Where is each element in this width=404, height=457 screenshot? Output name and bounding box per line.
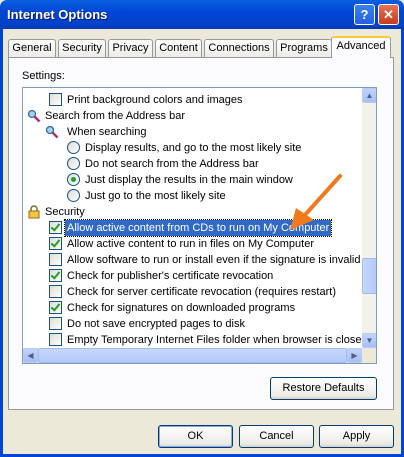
checkbox[interactable] [49, 285, 62, 298]
scroll-left-button[interactable]: ◀ [23, 348, 38, 363]
setting-empty-temp-files[interactable]: Empty Temporary Internet Files folder wh… [23, 332, 368, 348]
checkbox[interactable] [49, 317, 62, 330]
category-label: Search from the Address bar [45, 110, 186, 122]
title-bar[interactable]: Internet Options ? ✕ [0, 0, 404, 29]
arrow-right-icon: ▶ [351, 351, 358, 360]
category-label: When searching [67, 126, 147, 138]
horizontal-scroll-thumb[interactable] [38, 348, 347, 363]
close-button[interactable]: ✕ [378, 4, 399, 25]
horizontal-scrollbar[interactable]: ◀ ▶ [23, 348, 362, 363]
setting-server-cert-revocation[interactable]: Check for server certificate revocation … [23, 284, 362, 300]
checkbox[interactable] [49, 93, 62, 106]
setting-software-invalid-signature[interactable]: Allow software to run or install even if… [23, 252, 362, 268]
help-icon: ? [360, 7, 369, 22]
setting-label: Display results, and go to the most like… [85, 142, 302, 154]
setting-no-save-encrypted[interactable]: Do not save encrypted pages to disk [23, 316, 362, 332]
checkbox[interactable] [49, 269, 62, 282]
setting-label: Print background colors and images [67, 94, 243, 106]
annotation-arrow-icon [290, 174, 342, 230]
window-frame-left [0, 29, 3, 457]
vertical-scroll-thumb[interactable] [362, 258, 376, 294]
setting-label: Allow active content to run in files on … [67, 238, 315, 250]
checkbox[interactable] [49, 253, 62, 266]
arrow-up-icon: ▲ [365, 91, 374, 100]
vertical-scrollbar[interactable]: ▲ ▼ [362, 88, 376, 348]
ok-button[interactable]: OK [158, 425, 233, 448]
setting-label: Do not save encrypted pages to disk [67, 318, 245, 330]
tab-connections[interactable]: Connections [204, 39, 274, 57]
setting-label: Check for publisher's certificate revoca… [67, 270, 274, 282]
setting-label: Allow software to run or install even if… [67, 254, 361, 266]
setting-label: Do not search from the Address bar [85, 158, 259, 170]
setting-active-content-files[interactable]: Allow active content to run in files on … [23, 236, 362, 252]
scroll-down-button[interactable]: ▼ [362, 333, 376, 348]
magnifier-icon [27, 109, 41, 123]
checkbox[interactable] [49, 333, 62, 346]
help-button[interactable]: ? [354, 4, 375, 25]
radio-button[interactable] [67, 173, 80, 186]
tab-programs[interactable]: Programs [276, 39, 332, 57]
apply-button[interactable]: Apply [319, 425, 394, 448]
radio-button[interactable] [67, 189, 80, 202]
category-label: Security [45, 206, 85, 218]
window-title: Internet Options [7, 7, 108, 22]
checkbox[interactable] [49, 301, 62, 314]
setting-label: Just display the results in the main win… [85, 174, 293, 186]
arrow-left-icon: ◀ [27, 351, 34, 360]
radio-button[interactable] [67, 141, 80, 154]
scroll-up-button[interactable]: ▲ [362, 88, 376, 103]
restore-defaults-button[interactable]: Restore Defaults [270, 377, 377, 400]
tab-general[interactable]: General [8, 39, 56, 57]
scroll-corner [362, 348, 376, 363]
setting-publisher-cert-revocation[interactable]: Check for publisher's certificate revoca… [23, 268, 362, 284]
setting-label: Empty Temporary Internet Files folder wh… [67, 334, 368, 346]
option-display-results-go[interactable]: Display results, and go to the most like… [23, 140, 362, 156]
lock-icon [28, 205, 40, 219]
radio-button[interactable] [67, 157, 80, 170]
cancel-button[interactable]: Cancel [239, 425, 314, 448]
setting-label: Check for signatures on downloaded progr… [67, 302, 296, 314]
category-search-address-bar: Search from the Address bar [23, 108, 362, 124]
arrow-down-icon: ▼ [365, 336, 374, 345]
category-when-searching: When searching [23, 124, 362, 140]
setting-check-signatures-downloads[interactable]: Check for signatures on downloaded progr… [23, 300, 362, 316]
checkbox[interactable] [49, 237, 62, 250]
checkbox[interactable] [49, 221, 62, 234]
setting-label: Check for server certificate revocation … [67, 286, 336, 298]
tab-content[interactable]: Content [155, 39, 202, 57]
close-icon: ✕ [383, 7, 394, 22]
settings-label: Settings: [22, 70, 65, 82]
scroll-right-button[interactable]: ▶ [347, 348, 362, 363]
setting-label: Just go to the most likely site [85, 190, 226, 202]
tab-security[interactable]: Security [58, 39, 106, 57]
tab-advanced[interactable]: Advanced [331, 36, 391, 58]
setting-print-background[interactable]: Print background colors and images [23, 92, 362, 108]
magnifier-icon [45, 125, 59, 139]
tab-privacy[interactable]: Privacy [108, 39, 153, 57]
option-do-not-search[interactable]: Do not search from the Address bar [23, 156, 362, 172]
